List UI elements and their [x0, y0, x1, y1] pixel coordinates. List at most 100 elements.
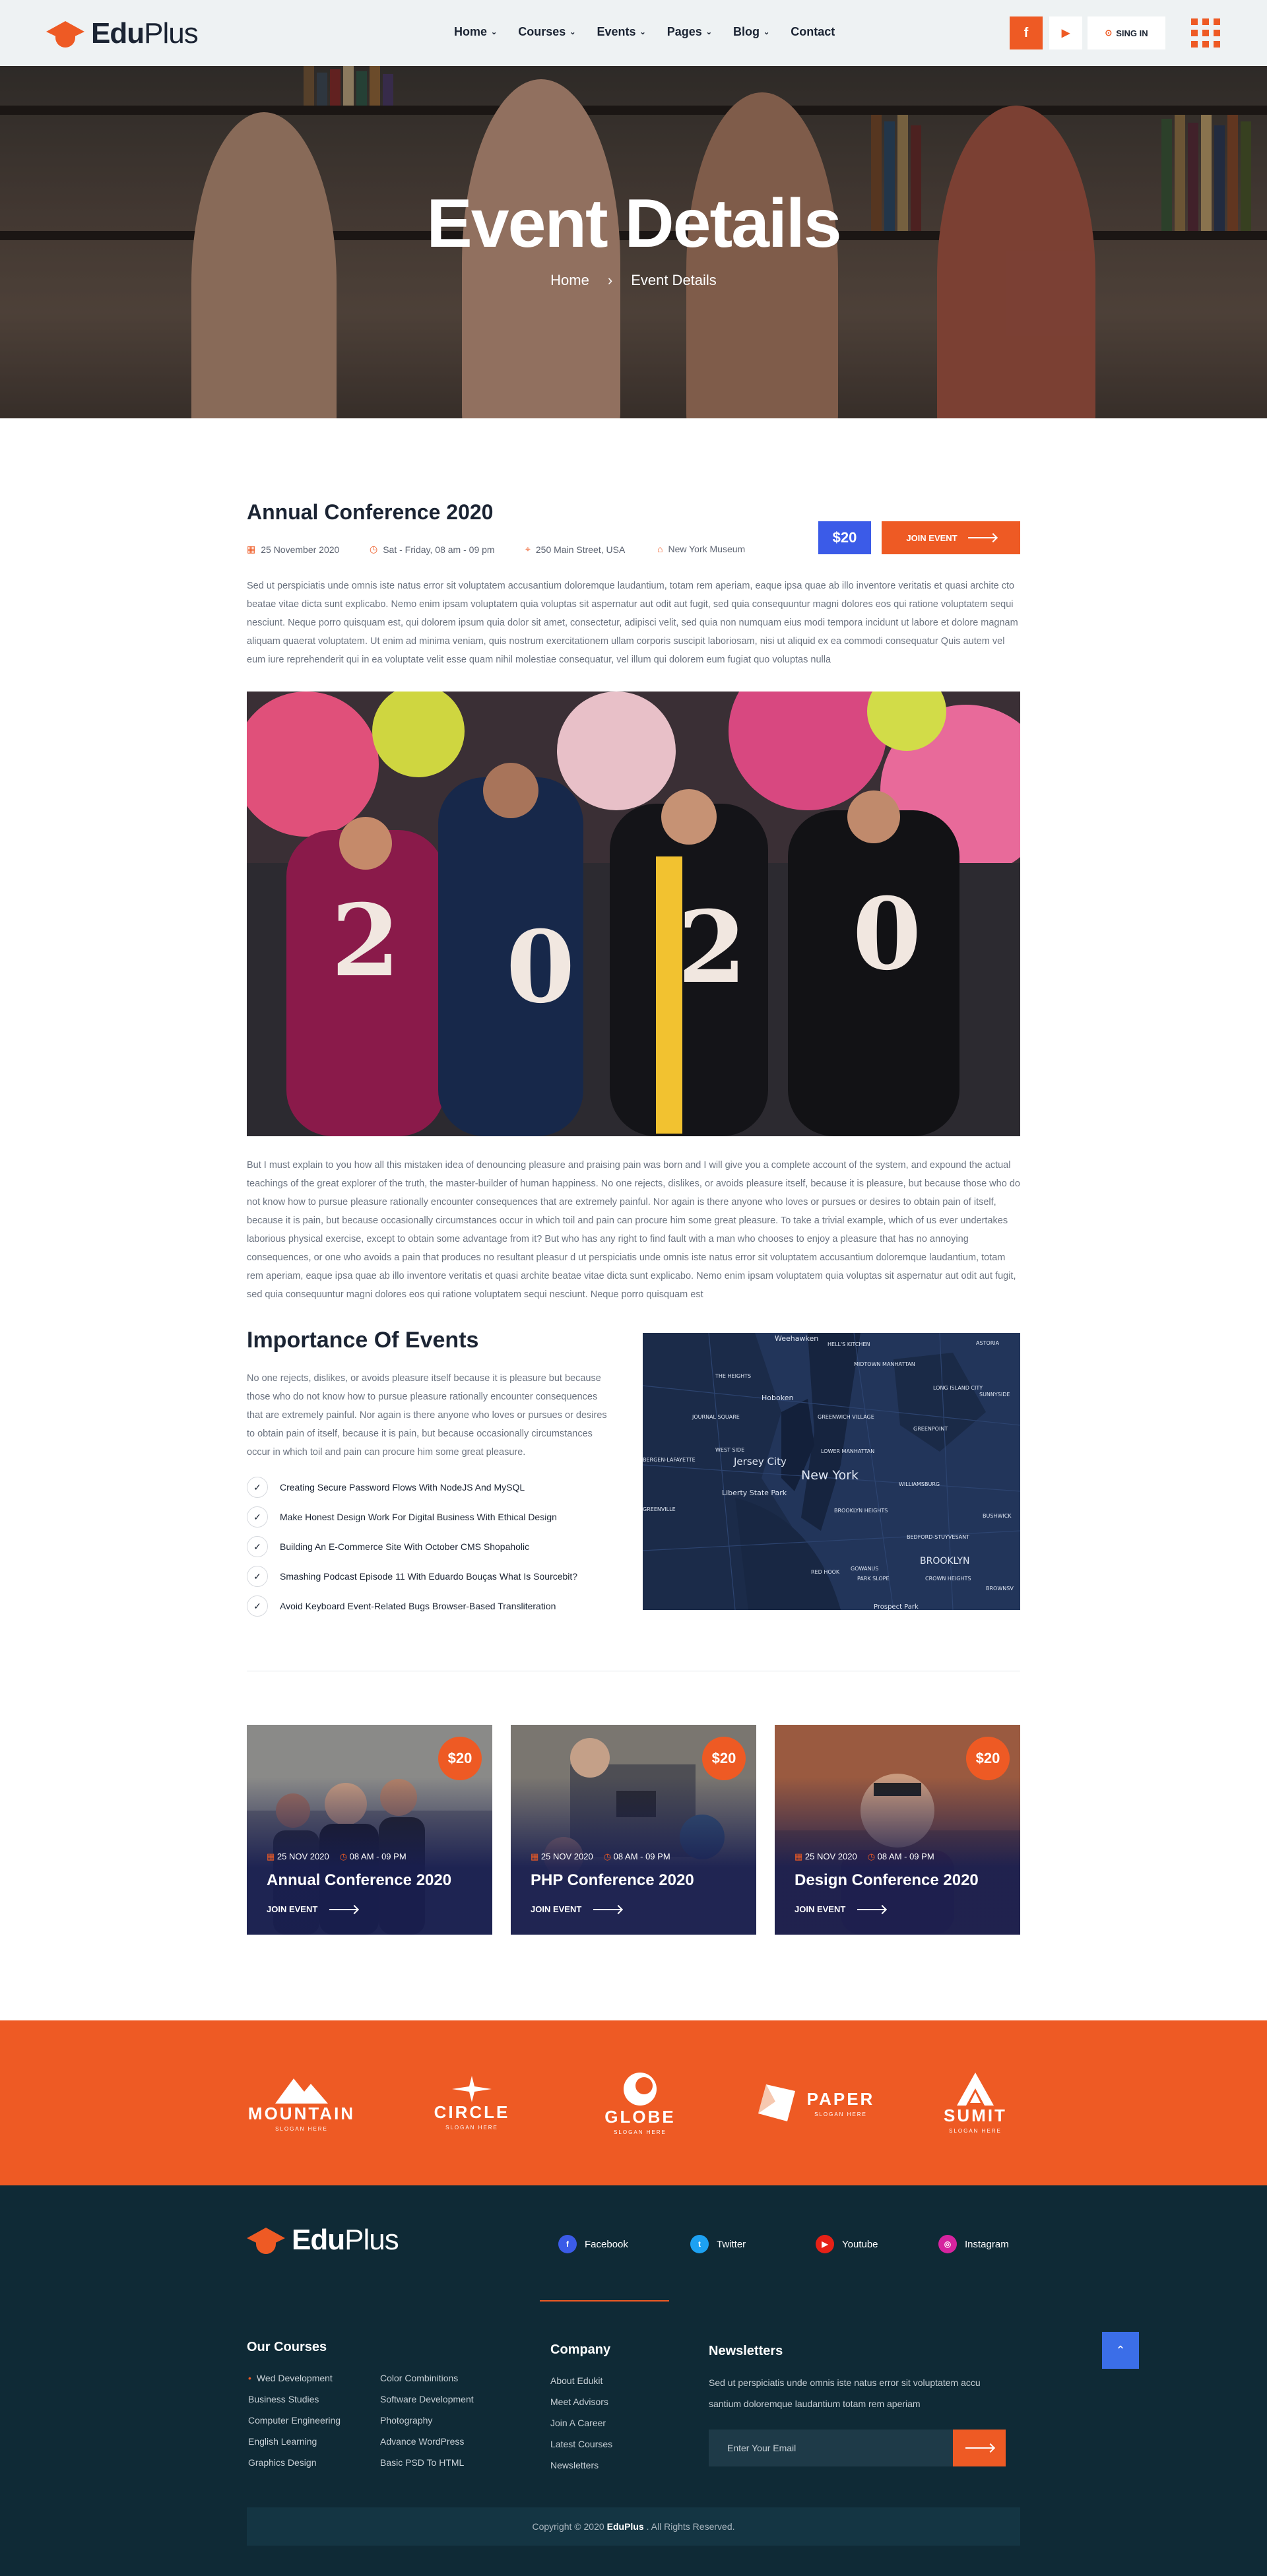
event-time: ◷ Sat - Friday, 08 am - 09 pm: [370, 544, 495, 555]
footer-link[interactable]: Computer Engineering: [248, 2410, 341, 2431]
footer-link[interactable]: • Wed Development: [248, 2367, 341, 2389]
map-label: MIDTOWN MANHATTAN: [854, 1361, 915, 1367]
calendar-icon: ▦: [795, 1852, 803, 1861]
chevron-down-icon: ⌄: [569, 28, 576, 36]
sign-in-button[interactable]: ⊙ SING IN: [1088, 16, 1165, 49]
footer-link[interactable]: About Edukit: [550, 2370, 612, 2391]
clock-icon: ◷: [603, 1852, 612, 1861]
map-label: Liberty State Park: [722, 1489, 787, 1497]
event-title: Annual Conference 2020: [247, 500, 494, 524]
check-icon: ✓: [247, 1566, 268, 1587]
facebook-icon[interactable]: f: [1010, 16, 1043, 49]
event-date: ▦ 25 November 2020: [247, 544, 340, 555]
map-label: JOURNAL SQUARE: [692, 1414, 740, 1420]
partner-logo-circle: CIRCLE SLOGAN HERE: [416, 2020, 528, 2185]
calendar-icon: ▦: [267, 1852, 275, 1861]
footer-link[interactable]: Advance WordPress: [380, 2431, 474, 2452]
checklist-item: ✓ Smashing Podcast Episode 11 With Eduard…: [247, 1566, 577, 1587]
nav-contact[interactable]: Contact: [791, 25, 835, 39]
globe-icon: [624, 2072, 657, 2106]
partner-logo-sumit: SUMIT SLOGAN HERE: [930, 2020, 1020, 2185]
map-label: BERGEN-LAFAYETTE: [643, 1457, 696, 1463]
photo-digit-2: 0: [506, 909, 575, 1025]
courses-list-2: Color Combinitions Software Development …: [380, 2367, 474, 2473]
courses-list-1: • Wed Development Business Studies Comput…: [248, 2367, 341, 2473]
site-logo[interactable]: EduPlus: [46, 17, 199, 50]
building-icon: ⌂: [657, 544, 663, 554]
clock-icon: ◷: [370, 544, 378, 554]
logo-text-bold: Edu: [91, 17, 145, 49]
map-label: Jersey City: [733, 1456, 787, 1467]
graduation-cap-icon: [247, 2225, 285, 2255]
card-time: ◷ 08 AM - 09 PM: [603, 1852, 670, 1861]
nav-events[interactable]: Events ⌄: [597, 25, 645, 39]
breadcrumb: Home › Event Details: [0, 272, 1267, 289]
event-address: ⌖ 250 Main Street, USA: [525, 544, 626, 555]
map-label: BEDFORD-STUYVESANT: [907, 1534, 969, 1540]
event-card[interactable]: $20 ▦ 25 NOV 2020 ◷ 08 AM - 09 PM PHP Con…: [511, 1725, 756, 1935]
map-label: WILLIAMSBURG: [899, 1481, 940, 1487]
page-title: Event Details: [426, 185, 841, 262]
footer-link[interactable]: Color Combinitions: [380, 2367, 474, 2389]
partner-logo-paper: PAPER SLOGAN HERE: [746, 2020, 884, 2185]
footer-link[interactable]: Latest Courses: [550, 2433, 612, 2455]
join-event-button[interactable]: JOIN EVENT: [882, 521, 1020, 554]
map-label: ASTORIA: [976, 1340, 1000, 1346]
event-price-badge: $20: [818, 521, 871, 554]
footer-facebook-link[interactable]: f Facebook: [558, 2235, 628, 2253]
company-list: About Edukit Meet Advisors Join A Career…: [550, 2370, 612, 2476]
clock-icon: ◷: [339, 1852, 348, 1861]
footer-link[interactable]: Newsletters: [550, 2455, 612, 2476]
chevron-down-icon: ⌄: [763, 28, 770, 36]
card-price-badge: $20: [966, 1737, 1010, 1780]
card-price-badge: $20: [702, 1737, 746, 1780]
footer-twitter-link[interactable]: t Twitter: [690, 2235, 746, 2253]
importance-title: Importance Of Events: [247, 1328, 479, 1353]
card-date: ▦ 25 NOV 2020: [795, 1852, 857, 1861]
email-field[interactable]: Enter Your Email: [709, 2430, 953, 2466]
subscribe-button[interactable]: [953, 2430, 1006, 2466]
footer-link[interactable]: Join A Career: [550, 2412, 612, 2433]
nav-blog[interactable]: Blog ⌄: [733, 25, 769, 39]
map-label: GREENWICH VILLAGE: [818, 1414, 874, 1420]
scroll-to-top-button[interactable]: ⌃: [1102, 2332, 1139, 2369]
footer-link[interactable]: Meet Advisors: [550, 2391, 612, 2412]
event-card[interactable]: $20 ▦ 25 NOV 2020 ◷ 08 AM - 09 PM Design …: [775, 1725, 1020, 1935]
grid-menu-icon[interactable]: [1191, 18, 1220, 48]
card-date: ▦ 25 NOV 2020: [531, 1852, 593, 1861]
youtube-icon[interactable]: ▶: [1049, 16, 1082, 49]
mountain-icon: [275, 2078, 328, 2104]
nav-courses[interactable]: Courses ⌄: [518, 25, 575, 39]
footer-link[interactable]: English Learning: [248, 2431, 341, 2452]
footer-youtube-link[interactable]: ▶ Youtube: [816, 2235, 878, 2253]
checklist-item: ✓ Avoid Keyboard Event-Related Bugs Brows…: [247, 1595, 556, 1617]
breadcrumb-home[interactable]: Home: [550, 272, 589, 288]
checklist-item: ✓ Creating Secure Password Flows With Nod…: [247, 1477, 525, 1498]
footer-logo[interactable]: EduPlus: [247, 2224, 399, 2257]
card-title: Design Conference 2020: [795, 1871, 979, 1889]
star-icon: [452, 2075, 492, 2102]
breadcrumb-current: Event Details: [631, 272, 717, 288]
copyright: Copyright © 2020 EduPlus. All Rights Rese…: [247, 2507, 1020, 2546]
nav-home[interactable]: Home ⌄: [454, 25, 497, 39]
arrow-right-icon: [967, 537, 996, 538]
card-join-link[interactable]: JOIN EVENT: [795, 1904, 886, 1914]
footer-link[interactable]: Business Studies: [248, 2389, 341, 2410]
chevron-down-icon: ⌄: [705, 28, 712, 36]
card-price-badge: $20: [438, 1737, 482, 1780]
footer-link[interactable]: Graphics Design: [248, 2452, 341, 2473]
location-map[interactable]: Weehawken HELL'S KITCHEN ASTORIA THE HEI…: [643, 1333, 1020, 1610]
map-label: BROWNSV: [986, 1586, 1014, 1592]
map-label: RED HOOK: [811, 1569, 840, 1575]
instagram-icon: ◎: [938, 2235, 957, 2253]
footer-link[interactable]: Photography: [380, 2410, 474, 2431]
footer-link[interactable]: Basic PSD To HTML: [380, 2452, 474, 2473]
card-join-link[interactable]: JOIN EVENT: [267, 1904, 358, 1914]
graduation-cap-icon: [46, 18, 84, 49]
event-card[interactable]: $20 ▦ 25 NOV 2020 ◷ 08 AM - 09 PM Annual …: [247, 1725, 492, 1935]
card-join-link[interactable]: JOIN EVENT: [531, 1904, 622, 1914]
nav-pages[interactable]: Pages ⌄: [667, 25, 712, 39]
location-pin-icon: ⌖: [525, 544, 531, 554]
footer-instagram-link[interactable]: ◎ Instagram: [938, 2235, 1009, 2253]
footer-link[interactable]: Software Development: [380, 2389, 474, 2410]
